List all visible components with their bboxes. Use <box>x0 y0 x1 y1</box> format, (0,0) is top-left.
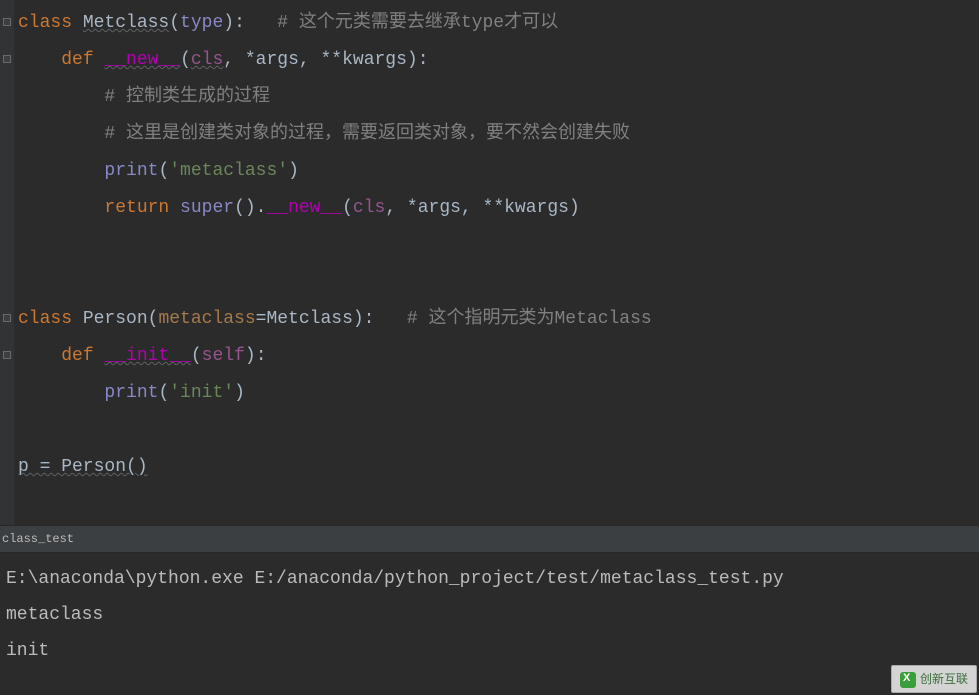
code-token: cls <box>191 50 223 70</box>
code-token: 'metaclass' <box>169 161 288 181</box>
code-token: self <box>202 346 245 366</box>
code-token: ( <box>342 198 353 218</box>
code-token: metaclass <box>158 309 255 329</box>
run-tab-bar: class_test <box>0 525 979 553</box>
terminal-line: metaclass <box>6 597 973 633</box>
code-token: ): <box>223 13 277 33</box>
code-token: return <box>104 198 180 218</box>
code-line[interactable]: print('metaclass') <box>18 153 979 190</box>
code-token <box>18 198 104 218</box>
code-token: p = Person() <box>18 457 148 477</box>
code-token <box>18 124 104 144</box>
code-token: __init__ <box>104 346 190 366</box>
code-token: ): <box>245 346 267 366</box>
code-token: # 这里是创建类对象的过程，需要返回类对象，要不然会创建失败 <box>104 124 630 144</box>
code-editor[interactable]: class Metclass(type): # 这个元类需要去继承type才可以… <box>0 0 979 525</box>
code-line[interactable] <box>18 227 979 264</box>
code-line[interactable]: # 控制类生成的过程 <box>18 79 979 116</box>
code-token: 'init' <box>169 383 234 403</box>
terminal-line: init <box>6 633 973 669</box>
code-token: ( <box>191 346 202 366</box>
code-token: # 控制类生成的过程 <box>104 87 270 107</box>
code-token: ( <box>180 50 191 70</box>
code-token: def <box>61 346 104 366</box>
code-token: print <box>104 383 158 403</box>
watermark-badge: 创新互联 <box>891 665 977 693</box>
terminal-line: E:\anaconda\python.exe E:/anaconda/pytho… <box>6 561 973 597</box>
watermark-text: 创新互联 <box>920 672 968 686</box>
code-token: Person( <box>83 309 159 329</box>
code-line[interactable]: class Metclass(type): # 这个元类需要去继承type才可以 <box>18 5 979 42</box>
code-line[interactable]: def __new__(cls, *args, **kwargs): <box>18 42 979 79</box>
code-token: super <box>180 198 234 218</box>
code-line[interactable]: def __init__(self): <box>18 338 979 375</box>
editor-gutter <box>0 0 14 525</box>
code-token: Metclass <box>83 13 169 33</box>
code-line[interactable]: class Person(metaclass=Metclass): # 这个指明… <box>18 301 979 338</box>
fold-marker-icon[interactable] <box>3 55 11 63</box>
code-token: type <box>180 13 223 33</box>
fold-marker-icon[interactable] <box>3 314 11 322</box>
fold-marker-icon[interactable] <box>3 351 11 359</box>
code-token <box>18 346 61 366</box>
code-token: ) <box>288 161 299 181</box>
code-token: , *args, **kwargs) <box>385 198 579 218</box>
code-token <box>18 383 104 403</box>
code-token: __new__ <box>266 198 342 218</box>
code-line[interactable]: # 这里是创建类对象的过程，需要返回类对象，要不然会创建失败 <box>18 116 979 153</box>
code-token: class <box>18 13 83 33</box>
run-tab-label[interactable]: class_test <box>2 532 74 546</box>
code-token: ( <box>158 161 169 181</box>
code-token: # 这个元类需要去继承type才可以 <box>277 13 558 33</box>
code-token: ( <box>169 13 180 33</box>
code-token: cls <box>353 198 385 218</box>
code-token: (). <box>234 198 266 218</box>
watermark-logo-icon <box>900 672 916 688</box>
code-line[interactable]: return super().__new__(cls, *args, **kwa… <box>18 190 979 227</box>
code-token: __new__ <box>104 50 180 70</box>
fold-marker-icon[interactable] <box>3 18 11 26</box>
code-token <box>18 87 104 107</box>
terminal-output[interactable]: E:\anaconda\python.exe E:/anaconda/pytho… <box>0 553 979 677</box>
code-token: , *args, **kwargs): <box>223 50 428 70</box>
code-line[interactable] <box>18 264 979 301</box>
code-token: ) <box>234 383 245 403</box>
code-line[interactable] <box>18 412 979 449</box>
code-token: print <box>104 161 158 181</box>
code-token: class <box>18 309 83 329</box>
code-token: # 这个指明元类为Metaclass <box>407 309 652 329</box>
code-token <box>18 50 61 70</box>
code-token <box>18 161 104 181</box>
code-line[interactable]: p = Person() <box>18 449 979 486</box>
code-token: def <box>61 50 104 70</box>
code-token: =Metclass): <box>256 309 407 329</box>
code-content[interactable]: class Metclass(type): # 这个元类需要去继承type才可以… <box>0 5 979 486</box>
code-token: ( <box>158 383 169 403</box>
code-line[interactable]: print('init') <box>18 375 979 412</box>
